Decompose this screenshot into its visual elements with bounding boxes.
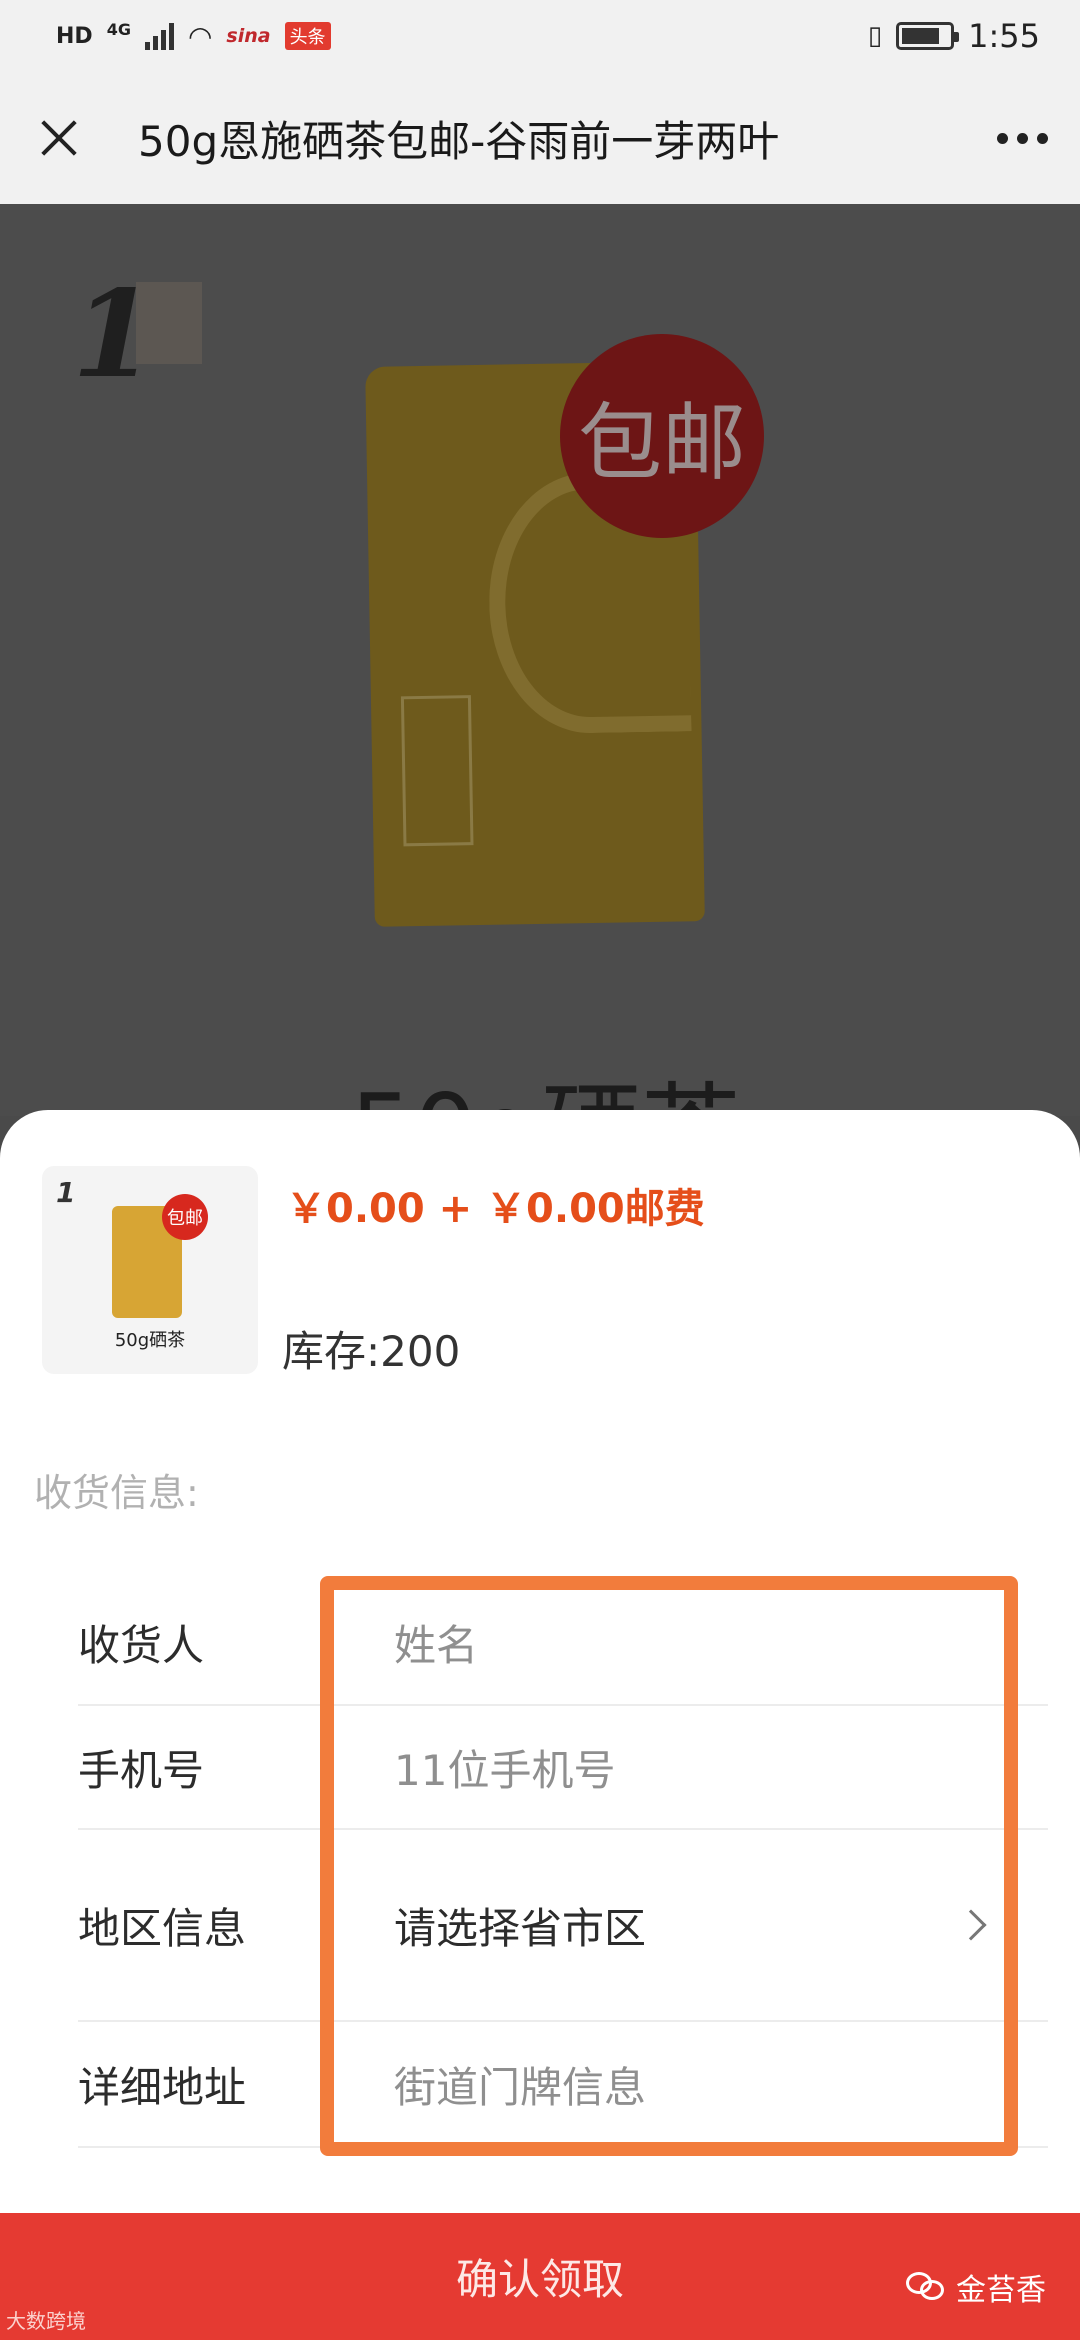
- toutiao-icon: 头条: [284, 22, 331, 50]
- watermark-right: 金苔香: [906, 2265, 1046, 2309]
- battery-icon: [896, 22, 960, 50]
- status-bar: HD 4G ◠ sina 头条 ▯ 1:55: [0, 0, 1080, 72]
- vibrate-icon: ▯: [867, 21, 883, 51]
- wifi-icon: ◠: [187, 19, 213, 53]
- product-thumbnail: 1 包邮 50g硒茶: [42, 1166, 258, 1374]
- watermark-left: 大数跨境: [6, 2309, 86, 2333]
- product-backdrop: 1 包邮 50g硒茶: [0, 204, 1080, 1116]
- signal-type: 4G: [106, 19, 131, 39]
- nav-bar: 50g恩施硒茶包邮-谷雨前一芽两叶: [0, 72, 1080, 204]
- free-shipping-badge: 包邮: [560, 334, 764, 538]
- wechat-icon: [906, 2272, 946, 2302]
- thumb-badge: 包邮: [162, 1194, 208, 1240]
- backdrop-stamp: [136, 282, 202, 364]
- highlight-box: [320, 1576, 1018, 2156]
- watermark-right-text: 金苔香: [956, 2273, 1046, 2308]
- price: ￥0.00 + ￥0.00邮费: [286, 1186, 705, 1232]
- sina-icon: sina: [226, 25, 271, 47]
- page-title: 50g恩施硒茶包邮-谷雨前一芽两叶: [138, 116, 780, 166]
- network-indicator: HD: [56, 23, 93, 49]
- thumb-index: 1: [56, 1176, 76, 1209]
- page: HD 4G ◠ sina 头条 ▯ 1:55 50g恩施硒茶包邮-谷雨前一芽两叶…: [0, 0, 1080, 2340]
- more-icon[interactable]: [997, 132, 1048, 144]
- shipping-section-title: 收货信息:: [34, 1471, 199, 1515]
- thumb-caption: 50g硒茶: [114, 1330, 186, 1351]
- clock: 1:55: [968, 17, 1040, 55]
- backdrop-product-name: 50g硒茶: [350, 1049, 741, 1116]
- order-sheet: 1 包邮 50g硒茶 ￥0.00 + ￥0.00邮费 库存:200 收货信息: …: [0, 1110, 1080, 2340]
- signal-icon: [144, 22, 174, 50]
- close-icon[interactable]: [32, 110, 88, 166]
- stock: 库存:200: [282, 1327, 461, 1376]
